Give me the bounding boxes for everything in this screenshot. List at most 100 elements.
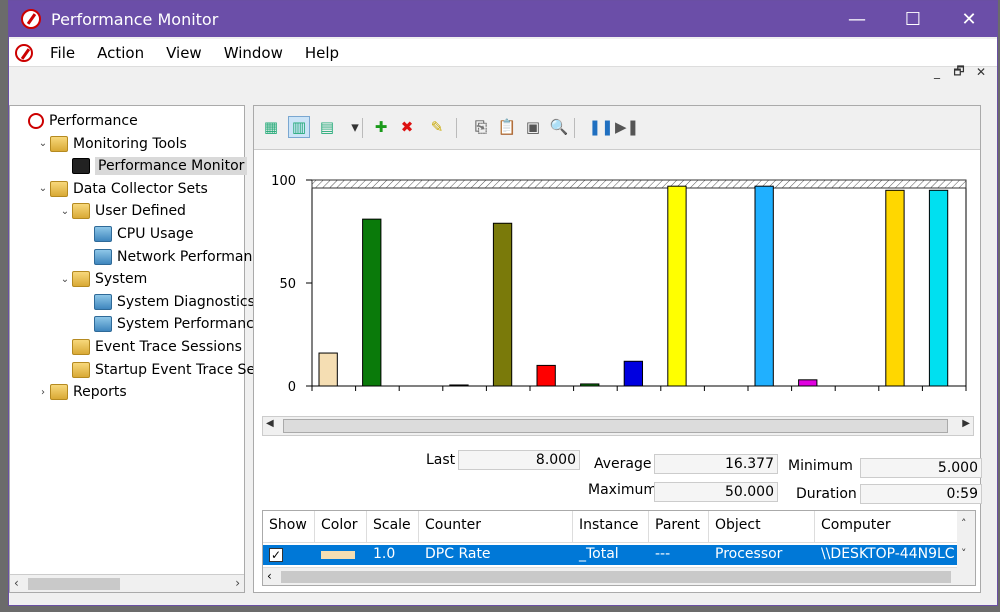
navigation-tree: Performance ⌄ Monitoring Tools Performance … <box>9 105 262 593</box>
row-parent: --- <box>655 546 671 562</box>
counter-legend-grid: Show Color Scale Counter Instance Parent… <box>262 510 976 586</box>
scroll-left-icon[interactable]: ‹ <box>14 576 19 590</box>
ceiling-hatch <box>311 179 967 189</box>
expand-chevron-icon[interactable]: ⌄ <box>58 206 72 217</box>
tree-item-event-trace-sessions[interactable]: Event Trace Sessions <box>58 336 242 358</box>
tree-scroll-thumb[interactable] <box>28 578 120 590</box>
freeze-display-icon[interactable]: ❚❚ <box>588 116 613 138</box>
chart-scroll-thumb[interactable] <box>283 419 948 433</box>
col-scale[interactable]: Scale <box>367 511 419 543</box>
tree-item-system-performanc[interactable]: System Performanc <box>80 313 254 335</box>
performance-icon <box>28 113 44 129</box>
expand-chevron-icon[interactable]: ⌄ <box>36 183 50 194</box>
tree-item-system-diagnostics[interactable]: System Diagnostics <box>80 291 255 313</box>
scroll-right-icon[interactable]: › <box>235 576 240 590</box>
expand-chevron-icon[interactable]: ⌄ <box>36 138 50 149</box>
mdi-minimize-button[interactable]: _ <box>927 63 947 81</box>
tree-item-label: User Defined <box>95 203 186 220</box>
tree-item-data-collector-sets[interactable]: ⌄ Data Collector Sets <box>36 178 208 200</box>
histogram-chart: 100 50 0 <box>254 150 980 410</box>
copy-properties-icon[interactable]: ⎘ <box>470 116 492 138</box>
col-show[interactable]: Show <box>263 511 315 543</box>
tree-horizontal-scrollbar[interactable]: ‹ › <box>10 574 244 592</box>
folder-icon <box>72 271 90 288</box>
histogram-bar <box>798 379 818 387</box>
scroll-right-icon[interactable]: ▶ <box>962 418 970 429</box>
toolbar-separator <box>362 118 363 138</box>
histogram-bar <box>623 360 644 387</box>
system-menu-icon[interactable] <box>15 43 33 62</box>
tree-item-performance[interactable]: Performance <box>14 110 138 132</box>
add-counter-icon[interactable]: ✚ <box>370 116 392 138</box>
scroll-left-icon[interactable]: ◀ <box>266 418 274 429</box>
y-tick-label: 0 <box>288 380 296 395</box>
folder-icon <box>50 180 68 197</box>
tree-item-monitoring-tools[interactable]: ⌄ Monitoring Tools <box>36 133 187 155</box>
tree-item-label: Startup Event Trace Ses <box>95 361 263 378</box>
tree-item-network-performan[interactable]: Network Performan <box>80 246 252 268</box>
grid-horizontal-scrollbar[interactable]: ‹ <box>263 567 975 585</box>
view-histogram-icon[interactable]: ▥ <box>288 116 310 138</box>
toolbar-separator <box>574 118 575 138</box>
paste-counter-list-icon[interactable]: 📋 <box>496 116 518 138</box>
col-instance[interactable]: Instance <box>573 511 649 543</box>
col-counter[interactable]: Counter <box>419 511 573 543</box>
minimize-button[interactable]: — <box>829 1 885 37</box>
tree-item-cpu-usage[interactable]: CPU Usage <box>80 223 194 245</box>
col-color[interactable]: Color <box>315 511 367 543</box>
data-collector-set-icon <box>94 293 112 310</box>
mdi-controls: _ 🗗 ✕ <box>927 63 991 81</box>
data-collector-set-icon <box>94 226 112 242</box>
scroll-up-icon[interactable]: ˄ <box>961 517 967 530</box>
view-report-icon[interactable]: ▤ <box>316 116 338 138</box>
menu-action[interactable]: Action <box>86 44 155 62</box>
tree-item-startup-event-trace-ses[interactable]: Startup Event Trace Ses <box>58 359 262 381</box>
col-parent[interactable]: Parent <box>649 511 709 543</box>
menu-help[interactable]: Help <box>294 44 350 62</box>
expand-chevron-icon[interactable]: ⌄ <box>58 274 72 285</box>
expand-chevron-icon[interactable]: › <box>36 387 50 398</box>
chart-time-scrollbar[interactable]: ◀ ▶ <box>262 416 974 436</box>
minimum-value: 5.000 <box>860 458 982 478</box>
mdi-restore-button[interactable]: 🗗 <box>949 63 969 81</box>
tree-item-label: Event Trace Sessions <box>95 339 242 355</box>
grid-vertical-scrollbar[interactable]: ˄ ˅ <box>957 511 975 585</box>
tree-item-user-defined[interactable]: ⌄ User Defined <box>58 200 186 222</box>
menu-window[interactable]: Window <box>213 44 294 62</box>
tree-item-label: Reports <box>73 384 127 401</box>
mdi-close-button[interactable]: ✕ <box>971 63 991 81</box>
close-button[interactable]: ✕ <box>941 1 997 37</box>
performance-monitor-icon <box>72 158 90 175</box>
folder-icon <box>72 361 90 378</box>
last-value: 8.000 <box>458 450 580 470</box>
scroll-down-icon[interactable]: ˅ <box>961 547 967 560</box>
toolbar-separator <box>456 118 457 138</box>
tree-item-label: Monitoring Tools <box>73 135 187 152</box>
maximize-button[interactable]: ☐ <box>885 1 941 37</box>
maximum-label: Maximum <box>588 482 657 498</box>
menu-view[interactable]: View <box>155 44 213 62</box>
update-data-icon[interactable]: ▶❚ <box>615 116 639 138</box>
tree-item-label: CPU Usage <box>117 226 194 242</box>
tree-item-system[interactable]: ⌄ System <box>58 268 147 290</box>
view-graph-icon[interactable]: ▦ <box>260 116 282 138</box>
histogram-bar <box>318 352 338 387</box>
scroll-left-icon[interactable]: ‹ <box>267 569 272 583</box>
menu-file[interactable]: File <box>39 44 86 62</box>
plot-frame <box>311 179 967 387</box>
histogram-bar <box>362 218 382 387</box>
grid-scroll-thumb[interactable] <box>281 571 951 583</box>
grid-header: Show Color Scale Counter Instance Parent… <box>263 511 975 543</box>
tree-item-reports[interactable]: › Reports <box>36 381 127 403</box>
zoom-icon[interactable]: 🔍 <box>548 116 570 138</box>
counter-row[interactable]: ✓ 1.0 DPC Rate _Total --- Processor \\DE… <box>263 545 975 565</box>
col-computer[interactable]: Computer <box>815 511 955 543</box>
y-tick-label: 100 <box>271 174 296 189</box>
delete-counter-icon[interactable]: ✖ <box>396 116 418 138</box>
show-checkbox[interactable]: ✓ <box>269 548 283 562</box>
tree-item-performance-monitor[interactable]: Performance Monitor <box>58 155 248 177</box>
col-object[interactable]: Object <box>709 511 815 543</box>
highlight-icon[interactable]: ✎ <box>426 116 448 138</box>
properties-icon[interactable]: ▣ <box>522 116 544 138</box>
tree-item-label: System <box>95 271 148 288</box>
